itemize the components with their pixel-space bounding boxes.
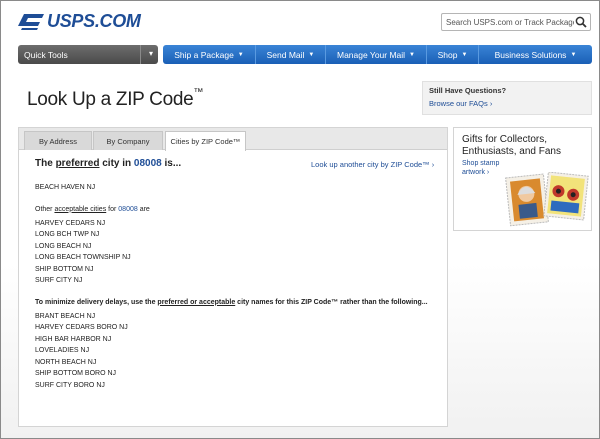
zip-code: 08008	[133, 158, 162, 169]
faq-link[interactable]: Browse our FAQs ›	[429, 99, 585, 108]
stamp-artwork-image	[505, 172, 589, 227]
help-box: Still Have Questions? Browse our FAQs ›	[422, 81, 592, 115]
chevron-down-icon: ▼	[570, 51, 577, 58]
text: To minimize delivery delays, use the	[35, 298, 158, 306]
tab-by-company[interactable]: By Company	[93, 131, 163, 150]
text: is...	[161, 158, 182, 169]
search-input[interactable]: Search USPS.com or Track Packages	[442, 18, 574, 27]
nav-label: Business Solutions	[494, 49, 567, 60]
tab-by-address[interactable]: By Address	[24, 131, 92, 150]
avoid-word: preferred or acceptable	[157, 298, 236, 306]
nav-label: Send Mail	[266, 49, 305, 60]
page-title-text: Look Up a ZIP Code	[27, 89, 194, 110]
list-item: SHIP BOTTOM BORO NJ	[35, 370, 117, 377]
logo-text: USPS.COM	[47, 10, 141, 31]
results-panel: By Address By Company Cities by ZIP Code…	[18, 127, 448, 427]
zip-code: 08008	[118, 205, 138, 213]
usps-logo[interactable]: USPS.COM	[18, 11, 141, 31]
acceptable-heading: Other acceptable cities for 08008 are	[35, 206, 435, 213]
shop-stamp-link[interactable]: Shop stamp artwork ›	[462, 159, 499, 177]
text: city in	[99, 158, 134, 169]
help-title: Still Have Questions?	[429, 86, 507, 95]
main-nav: Ship a Package ▼ Send Mail ▼ Manage Your M…	[163, 45, 592, 64]
lookup-another-city-link[interactable]: Look up another city by ZIP Code™ ›	[311, 160, 434, 169]
list-item: LONG BCH TWP NJ	[35, 231, 100, 238]
chevron-down-icon: ▼	[237, 51, 244, 58]
search-box[interactable]: Search USPS.com or Track Packages	[441, 13, 591, 31]
tab-cities-by-zip[interactable]: Cities by ZIP Code™	[165, 131, 246, 151]
quick-tools-menu[interactable]: Quick Tools ▾	[18, 45, 158, 64]
nav-label: Manage Your Mail	[337, 49, 406, 60]
list-item: SHIP BOTTOM NJ	[35, 265, 94, 273]
chevron-down-icon[interactable]: ▾	[149, 49, 153, 58]
acceptable-city-list: HARVEY CEDARS NJ LONG BCH TWP NJ LONG BE…	[35, 218, 435, 287]
nav-label: Ship a Package	[174, 49, 234, 60]
nav-manage-your-mail[interactable]: Manage Your Mail ▼	[326, 45, 427, 64]
divider	[140, 45, 141, 64]
text: The	[35, 158, 56, 169]
avoid-city-list: BRANT BEACH NJ HARVEY CEDARS BORO NJ HIG…	[35, 311, 435, 392]
page-title: Look Up a ZIP Code™	[27, 87, 204, 111]
text: are	[137, 205, 150, 213]
list-item: HARVEY CEDARS NJ	[35, 219, 106, 227]
link-line: artwork ›	[462, 169, 490, 176]
avoid-heading: To minimize delivery delays, use the pre…	[35, 299, 435, 306]
acceptable-word: acceptable cities	[54, 205, 107, 213]
tab-bar: By Address By Company Cities by ZIP Code…	[19, 128, 447, 151]
chevron-down-icon: ▼	[409, 51, 415, 58]
list-item: SURF CITY NJ	[35, 277, 83, 284]
list-item: NORTH BEACH NJ	[35, 358, 97, 366]
preferred-word: preferred	[55, 158, 100, 169]
chevron-down-icon: ▼	[308, 51, 315, 58]
text: city names for this ZIP Code™ rather tha…	[235, 298, 428, 306]
nav-shop[interactable]: Shop ▼	[427, 45, 479, 64]
trademark: ™	[193, 87, 204, 98]
preferred-city: BEACH HAVEN NJ	[35, 184, 96, 191]
quick-tools-label: Quick Tools	[24, 49, 68, 60]
list-item: LONG BEACH TOWNSHIP NJ	[35, 254, 131, 261]
promo-box[interactable]: Gifts for Collectors, Enthusiasts, and F…	[453, 127, 592, 231]
promo-title: Gifts for Collectors, Enthusiasts, and F…	[462, 134, 561, 157]
page-frame: USPS.COM Search USPS.com or Track Packag…	[0, 0, 600, 439]
chevron-down-icon: ▼	[461, 51, 468, 58]
nav-business-solutions[interactable]: Business Solutions ▼	[479, 45, 592, 64]
nav-label: Shop	[437, 49, 458, 60]
nav-send-mail[interactable]: Send Mail ▼	[256, 45, 326, 64]
list-item: HARVEY CEDARS BORO NJ	[35, 324, 128, 331]
list-item: HIGH BAR HARBOR NJ	[35, 335, 112, 343]
eagle-icon	[18, 14, 44, 30]
text: Other	[35, 205, 55, 213]
results-content: The preferred city in 08008 is... Look u…	[35, 158, 435, 391]
text: for	[106, 205, 119, 213]
list-item: BRANT BEACH NJ	[35, 312, 96, 320]
list-item: LONG BEACH NJ	[35, 242, 92, 250]
search-icon[interactable]	[574, 15, 588, 29]
nav-ship-a-package[interactable]: Ship a Package ▼	[163, 45, 256, 64]
list-item: LOVELADIES NJ	[35, 347, 90, 354]
link-line: Shop stamp	[462, 160, 500, 167]
list-item: SURF CITY BORO NJ	[35, 381, 105, 389]
